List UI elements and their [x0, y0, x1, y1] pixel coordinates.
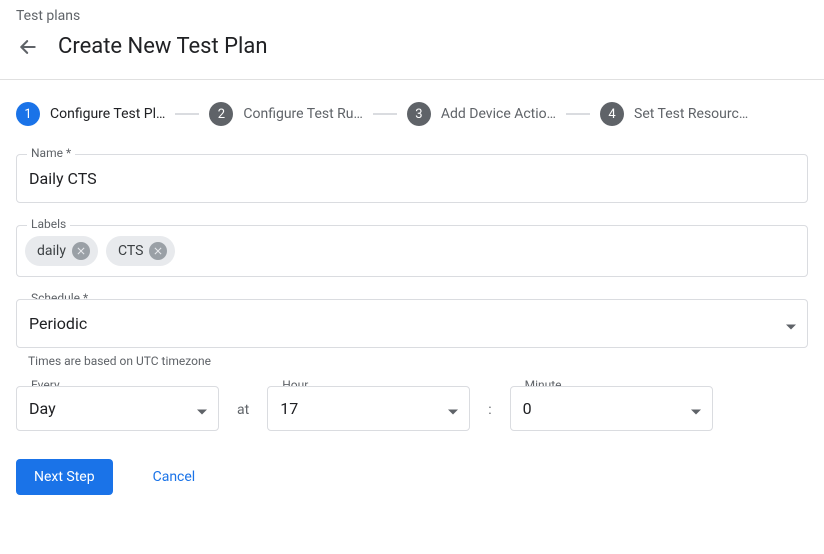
hour-field-container: Hour 17	[267, 386, 470, 431]
labels-field-label: Labels	[27, 217, 70, 231]
name-input[interactable]	[16, 154, 808, 203]
step-circle-1: 1	[16, 102, 40, 126]
step-connector	[175, 113, 199, 115]
chip-daily: daily	[25, 236, 98, 266]
name-field-container: Name *	[16, 154, 808, 203]
chip-remove-icon[interactable]	[72, 242, 90, 260]
step-1[interactable]: 1 Configure Test Pl…	[16, 102, 165, 126]
minute-select[interactable]: 0	[510, 386, 713, 431]
back-arrow-icon[interactable]	[16, 35, 40, 59]
chip-label: daily	[37, 243, 66, 259]
step-circle-3: 3	[407, 102, 431, 126]
schedule-helper-text: Times are based on UTC timezone	[28, 354, 808, 368]
labels-chips-container[interactable]: daily CTS	[16, 225, 808, 277]
cancel-button[interactable]: Cancel	[153, 469, 196, 485]
step-4[interactable]: 4 Set Test Resourc…	[600, 102, 748, 126]
every-select[interactable]: Day	[16, 386, 219, 431]
step-label-2: Configure Test Ru…	[243, 106, 363, 122]
minute-field-container: Minute 0	[510, 386, 713, 431]
schedule-row: Every Day at Hour 17 : Minute 0	[16, 386, 808, 431]
step-circle-2: 2	[209, 102, 233, 126]
step-circle-4: 4	[600, 102, 624, 126]
colon-text: :	[488, 402, 491, 431]
chip-remove-icon[interactable]	[149, 242, 167, 260]
chip-cts: CTS	[106, 236, 175, 266]
next-step-button[interactable]: Next Step	[16, 459, 113, 495]
actions-row: Next Step Cancel	[16, 459, 808, 495]
breadcrumb: Test plans	[0, 0, 824, 24]
step-3[interactable]: 3 Add Device Actio…	[407, 102, 556, 126]
step-label-1: Configure Test Pl…	[50, 106, 165, 122]
name-field-label: Name *	[27, 146, 75, 160]
schedule-select[interactable]: Periodic	[16, 299, 808, 348]
page-title: Create New Test Plan	[58, 34, 268, 59]
at-text: at	[237, 402, 249, 431]
step-label-3: Add Device Actio…	[441, 106, 556, 122]
chip-label: CTS	[118, 243, 143, 259]
every-field-container: Every Day	[16, 386, 219, 431]
labels-field-container: Labels daily CTS	[16, 225, 808, 277]
step-connector	[373, 113, 397, 115]
step-connector	[566, 113, 590, 115]
stepper: 1 Configure Test Pl… 2 Configure Test Ru…	[16, 102, 808, 126]
step-label-4: Set Test Resourc…	[634, 106, 748, 122]
hour-select[interactable]: 17	[267, 386, 470, 431]
step-2[interactable]: 2 Configure Test Ru…	[209, 102, 363, 126]
page-header: Create New Test Plan	[0, 24, 824, 79]
schedule-field-container: Schedule * Periodic	[16, 299, 808, 348]
